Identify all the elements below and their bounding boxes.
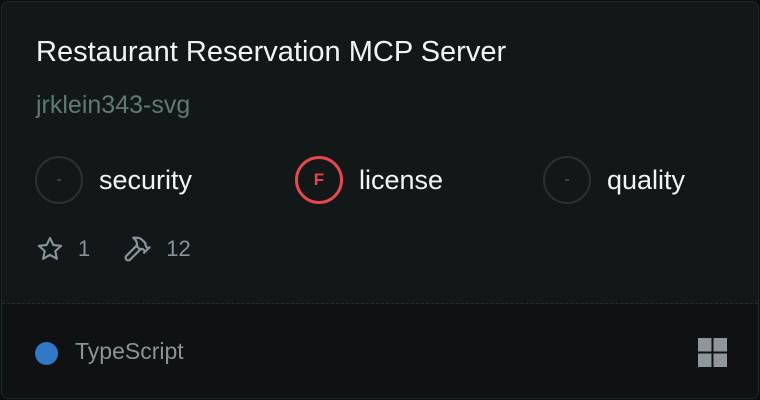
grid-icon[interactable]	[698, 338, 727, 367]
security-grade-badge: -	[35, 156, 83, 204]
server-stats: 1 12	[36, 234, 223, 264]
quality-score[interactable]: - quality	[543, 156, 685, 204]
license-label: license	[359, 164, 444, 195]
quality-grade-badge: -	[543, 156, 591, 204]
language-color-dot	[35, 342, 58, 365]
server-title[interactable]: Restaurant Reservation MCP Server	[36, 36, 506, 69]
quality-label: quality	[607, 164, 686, 195]
hammer-icon	[122, 234, 152, 264]
license-grade-badge: F	[295, 156, 343, 204]
star-icon	[36, 235, 64, 263]
language-label: TypeScript	[75, 338, 184, 364]
security-label: security	[99, 164, 193, 195]
star-count: 1	[78, 236, 91, 261]
security-score[interactable]: - security	[35, 156, 192, 204]
server-author[interactable]: jrklein343-svg	[36, 91, 190, 120]
license-score[interactable]: F license	[295, 156, 443, 204]
card-footer: TypeScript	[2, 304, 758, 398]
tool-count: 12	[166, 236, 191, 261]
mcp-server-card[interactable]: Restaurant Reservation MCP Server jrklei…	[1, 1, 759, 399]
